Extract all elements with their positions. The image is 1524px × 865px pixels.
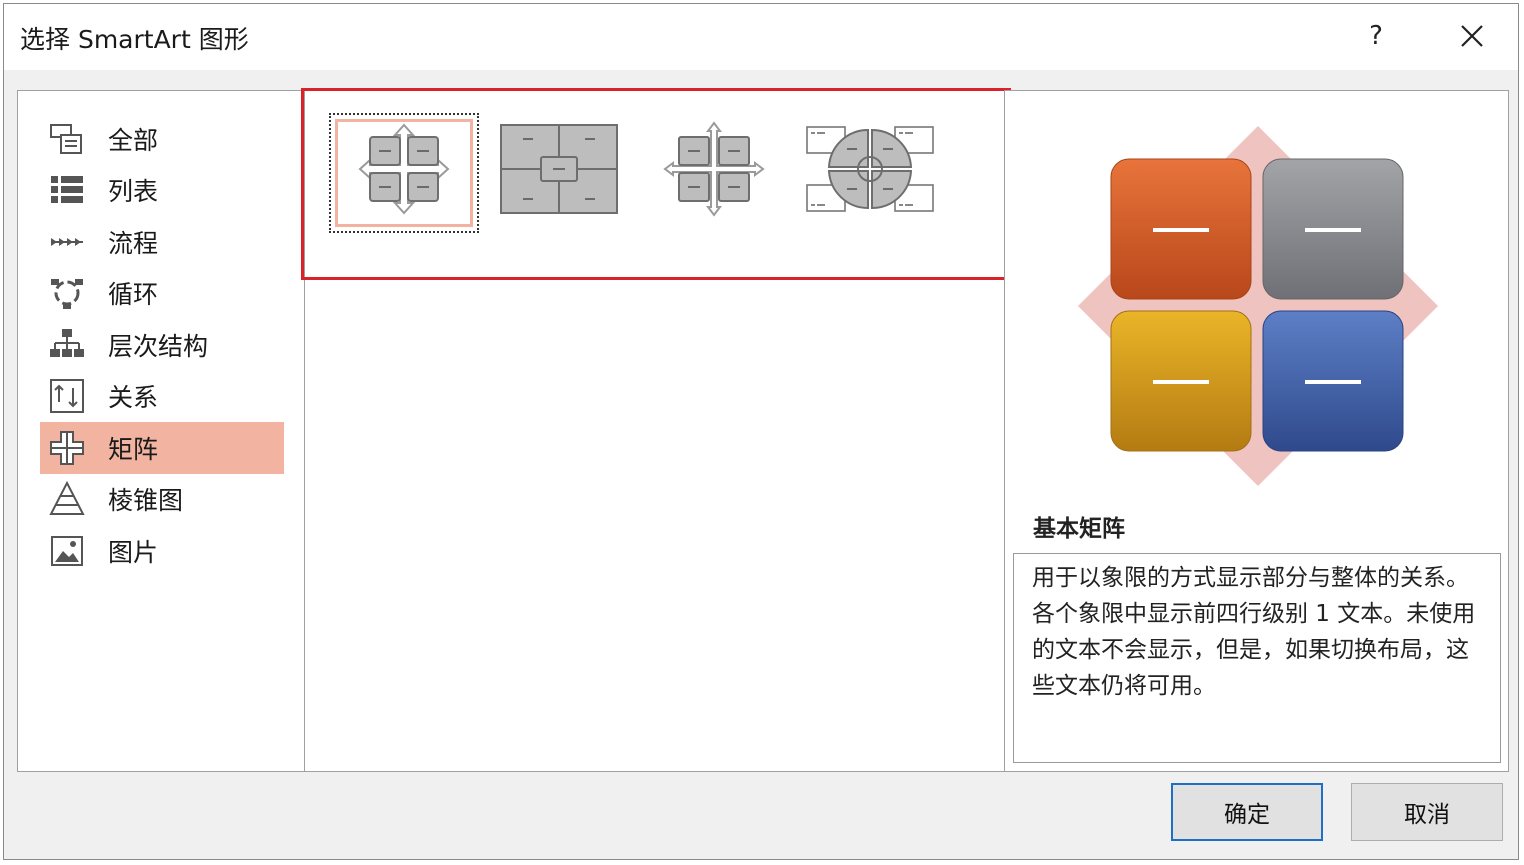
close-icon [1461, 25, 1483, 47]
category-item-picture[interactable]: 图片 [40, 525, 284, 577]
preview-title: 基本矩阵 [1033, 516, 1125, 542]
smartart-dialog: 选择 SmartArt 图形 ? 全部 列表 流程 循环 层次结构 关系 矩阵 … [3, 3, 1519, 860]
titled-matrix-thumbnail [500, 124, 618, 214]
category-item-list[interactable]: 列表 [40, 165, 284, 217]
relationship-icon [48, 377, 86, 415]
cycle-icon [48, 274, 86, 312]
category-label: 关系 [108, 383, 159, 413]
category-label: 矩阵 [108, 434, 159, 464]
category-label: 层次结构 [108, 331, 209, 361]
layout-cycle-matrix[interactable] [795, 113, 945, 233]
category-list: 全部 列表 流程 循环 层次结构 关系 矩阵 棱锥图 图片 [40, 113, 284, 577]
category-label: 全部 [108, 125, 159, 155]
picture-icon [48, 532, 86, 570]
close-button[interactable] [1450, 14, 1494, 58]
process-icon [48, 223, 86, 261]
basic-matrix-preview [1078, 126, 1438, 486]
category-panel: 全部 列表 流程 循环 层次结构 关系 矩阵 棱锥图 图片 [17, 90, 305, 772]
category-item-process[interactable]: 流程 [40, 216, 284, 268]
layout-grid-matrix[interactable] [639, 113, 789, 233]
category-item-pyramid[interactable]: 棱锥图 [40, 474, 284, 526]
category-item-all[interactable]: 全部 [40, 113, 284, 165]
ok-button[interactable]: 确定 [1171, 783, 1323, 841]
cancel-button[interactable]: 取消 [1351, 783, 1503, 841]
basic-matrix-thumbnail [358, 123, 450, 215]
list-icon [48, 171, 86, 209]
category-item-relationship[interactable]: 关系 [40, 371, 284, 423]
matrix-icon [48, 429, 86, 467]
category-item-hierarchy[interactable]: 层次结构 [40, 319, 284, 371]
dialog-title: 选择 SmartArt 图形 [20, 25, 249, 54]
category-item-matrix[interactable]: 矩阵 [40, 422, 284, 474]
preview-panel: 基本矩阵 用于以象限的方式显示部分与整体的关系。各个象限中显示前四行级别 1 文… [1004, 90, 1509, 772]
category-label: 图片 [108, 537, 159, 567]
grid-matrix-thumbnail [663, 121, 765, 217]
category-item-cycle[interactable]: 循环 [40, 268, 284, 320]
layout-titled-matrix[interactable] [483, 113, 633, 233]
hierarchy-icon [48, 326, 86, 364]
help-button[interactable]: ? [1356, 14, 1396, 58]
all-icon [48, 120, 86, 158]
category-label: 循环 [108, 280, 159, 310]
title-bar: 选择 SmartArt 图形 ? [4, 4, 1518, 70]
category-label: 棱锥图 [108, 486, 184, 516]
pyramid-icon [48, 480, 86, 518]
preview-description: 用于以象限的方式显示部分与整体的关系。各个象限中显示前四行级别 1 文本。未使用… [1013, 553, 1501, 763]
category-label: 列表 [108, 177, 159, 207]
cycle-matrix-thumbnail [806, 126, 934, 212]
category-label: 流程 [108, 228, 159, 258]
layout-gallery [301, 88, 1011, 772]
layout-basic-matrix[interactable] [329, 113, 479, 233]
